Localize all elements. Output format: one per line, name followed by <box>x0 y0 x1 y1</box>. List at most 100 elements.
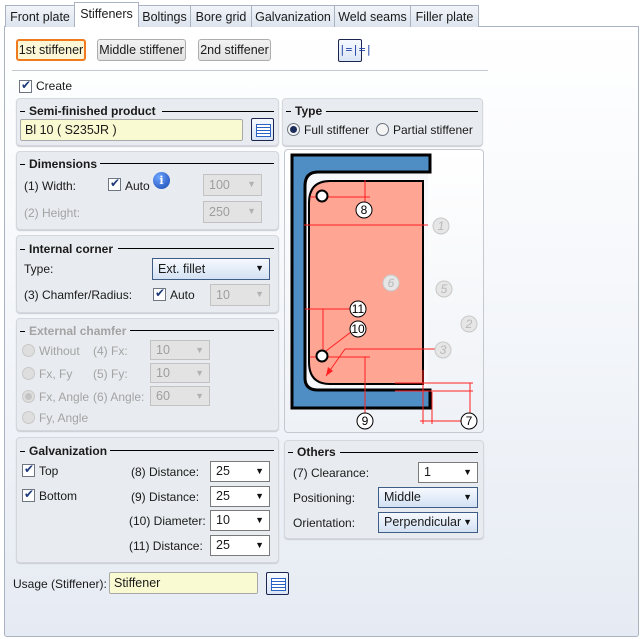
svg-text:9: 9 <box>362 414 369 428</box>
height-label: (2) Height: <box>24 206 81 220</box>
svg-text:8: 8 <box>361 203 368 217</box>
svg-text:2: 2 <box>465 317 473 331</box>
create-checkbox[interactable] <box>19 78 32 93</box>
corner-type-combo[interactable]: Ext. fillet <box>152 258 270 280</box>
first-stiffener-button[interactable]: 1st stiffener <box>16 39 86 61</box>
group-line <box>110 450 274 451</box>
corner-type-label: Type: <box>24 262 54 276</box>
label-9: 9 <box>356 412 374 430</box>
fx-combo[interactable]: 10 <box>150 340 210 360</box>
tab-front-plate[interactable]: Front plate <box>5 5 75 27</box>
svg-text:7: 7 <box>466 414 473 428</box>
top-checkbox[interactable] <box>22 462 35 477</box>
bottom-checkbox[interactable] <box>22 487 35 502</box>
fx-fy-radio[interactable] <box>22 367 35 380</box>
width-auto-checkbox[interactable] <box>108 176 121 191</box>
angle-label: (6) Angle: <box>93 390 145 404</box>
group-line <box>118 248 274 249</box>
fy-angle-radio[interactable] <box>22 411 35 424</box>
height-combo[interactable]: 250 <box>203 201 262 223</box>
distance-8-label: (8) Distance: <box>131 465 200 479</box>
angle-combo[interactable]: 60 <box>150 386 210 406</box>
tab-bore-grid[interactable]: Bore grid <box>190 5 252 27</box>
distance-11-combo[interactable]: 25 <box>210 535 270 556</box>
partial-stiffener-label: Partial stiffener <box>393 123 473 137</box>
svg-text:6: 6 <box>388 276 395 290</box>
top-label: Top <box>39 464 59 478</box>
label-6: 6 <box>382 274 400 292</box>
group-line <box>326 111 478 112</box>
info-icon[interactable]: i <box>153 172 170 189</box>
without-radio[interactable] <box>22 344 35 357</box>
second-stiffener-button[interactable]: 2nd stiffener <box>198 39 271 61</box>
chamfer-radius-combo[interactable]: 10 <box>210 284 270 306</box>
distance-11-label: (11) Distance: <box>129 539 203 553</box>
full-stiffener-label: Full stiffener <box>304 123 370 137</box>
without-label: Without <box>39 344 80 358</box>
tab-weld-seams[interactable]: Weld seams <box>334 5 411 27</box>
distance-8-combo[interactable]: 25 <box>210 461 270 482</box>
label-3: 3 <box>434 341 452 359</box>
diameter-10-combo[interactable]: 10 <box>210 510 270 531</box>
label-2: 2 <box>460 315 478 333</box>
svg-text:10: 10 <box>351 322 365 336</box>
fx-fy-label: Fx, Fy <box>39 367 73 381</box>
group-line <box>130 330 274 331</box>
usage-catalog-icon[interactable] <box>266 572 289 595</box>
svg-text:3: 3 <box>440 343 447 357</box>
chamfer-auto-label: Auto <box>170 288 195 302</box>
full-stiffener-radio[interactable] <box>287 123 300 136</box>
fx-label: (4) Fx: <box>93 344 128 358</box>
create-label: Create <box>36 79 73 93</box>
clearance-combo[interactable]: 1 <box>418 462 478 483</box>
separator <box>12 70 488 71</box>
bottom-label: Bottom <box>39 489 78 503</box>
distance-9-label: (9) Distance: <box>131 490 200 504</box>
svg-text:5: 5 <box>441 282 448 296</box>
tab-filler-plate[interactable]: Filler plate <box>410 5 479 27</box>
width-combo[interactable]: 100 <box>203 174 262 196</box>
others-title: Others <box>288 445 336 459</box>
group-line <box>100 163 274 164</box>
label-10: 10 <box>349 320 367 338</box>
fx-angle-label: Fx, Angle <box>39 390 90 404</box>
group-line <box>340 452 478 453</box>
partial-stiffener-radio[interactable] <box>376 123 389 136</box>
symmetric-distribution-icon[interactable]: |=|=| <box>338 39 372 62</box>
fx-angle-radio[interactable] <box>22 390 35 403</box>
positioning-combo[interactable]: Middle <box>378 487 478 508</box>
chamfer-radius-label: (3) Chamfer/Radius: <box>24 288 133 302</box>
label-11: 11 <box>349 300 367 318</box>
tab-stiffeners[interactable]: Stiffeners <box>74 2 139 27</box>
fy-label: (5) Fy: <box>93 367 128 381</box>
usage-input[interactable]: Stiffener <box>109 572 258 594</box>
width-label: (1) Width: <box>24 179 77 193</box>
semi-finished-title: Semi-finished product <box>20 104 156 118</box>
type-title: Type <box>286 104 322 118</box>
usage-label: Usage (Stiffener): <box>13 577 107 591</box>
clearance-label: (7) Clearance: <box>293 466 370 480</box>
dimensions-title: Dimensions <box>20 157 97 171</box>
label-1: 1 <box>432 217 450 235</box>
tab-galvanization[interactable]: Galvanization <box>251 5 335 27</box>
tab-boltings[interactable]: Boltings <box>138 5 191 27</box>
galvanization-title: Galvanization <box>20 444 107 458</box>
fy-combo[interactable]: 10 <box>150 363 210 383</box>
external-chamfer-title: External chamfer <box>20 324 126 338</box>
orientation-combo[interactable]: Perpendicular <box>378 512 478 533</box>
group-line <box>162 111 274 112</box>
label-7: 7 <box>460 412 478 430</box>
bottom-hole <box>315 349 329 363</box>
label-8: 8 <box>355 201 373 219</box>
svg-text:11: 11 <box>352 302 365 316</box>
distance-9-combo[interactable]: 25 <box>210 486 270 507</box>
internal-corner-title: Internal corner <box>20 242 113 256</box>
middle-stiffener-button[interactable]: Middle stiffener <box>97 39 186 61</box>
semi-finished-input[interactable]: Bl 10 ( S235JR ) <box>20 119 243 141</box>
width-auto-label: Auto <box>125 179 150 193</box>
diameter-10-label: (10) Diameter: <box>129 514 206 528</box>
top-hole <box>315 189 329 203</box>
catalog-icon[interactable] <box>251 118 274 141</box>
svg-text:1: 1 <box>438 219 445 233</box>
chamfer-auto-checkbox[interactable] <box>153 286 166 301</box>
